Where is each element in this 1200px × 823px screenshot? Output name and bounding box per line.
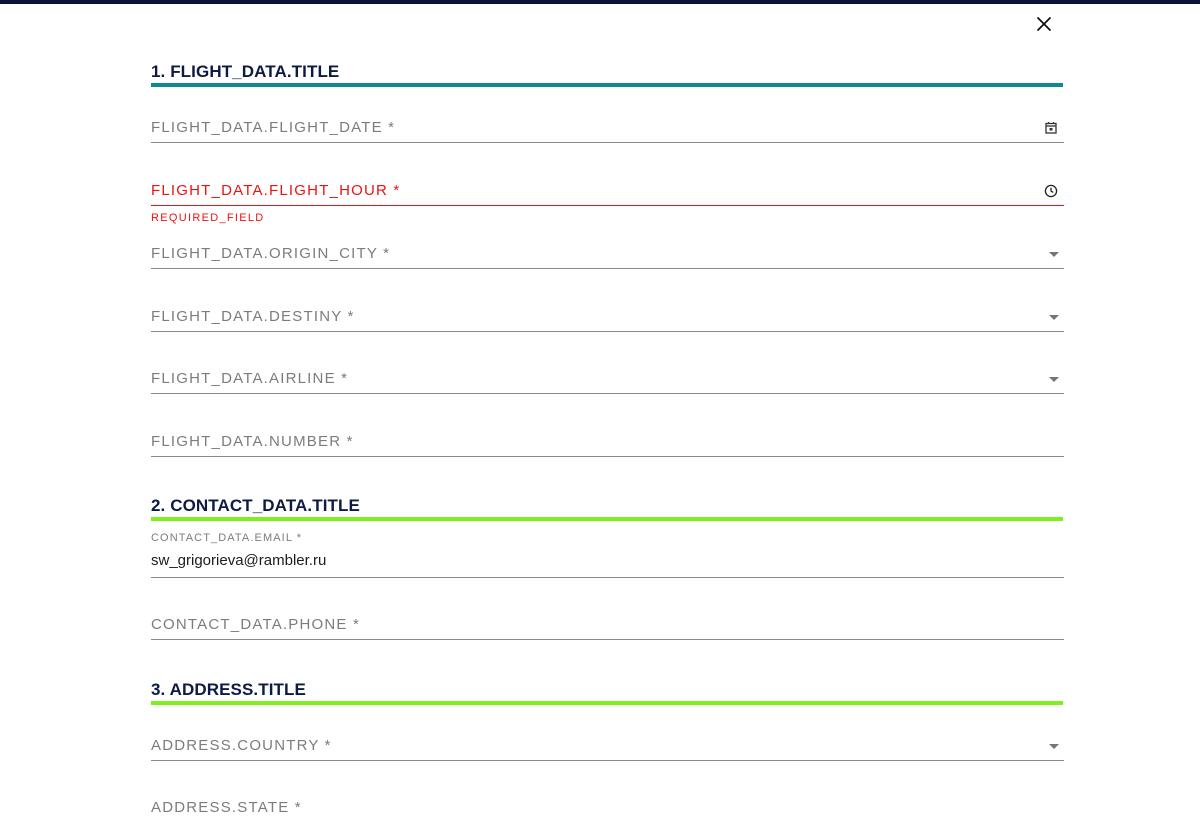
section-divider — [151, 701, 1063, 705]
section-divider — [151, 517, 1063, 521]
airline-select[interactable]: FLIGHT_DATA.AIRLINE * — [151, 364, 1064, 394]
field-underline — [151, 205, 1064, 206]
flight-date-field[interactable]: FLIGHT_DATA.FLIGHT_DATE * — [151, 113, 1064, 143]
flight-number-field[interactable]: FLIGHT_DATA.NUMBER * — [151, 427, 1064, 457]
field-underline — [151, 268, 1064, 269]
calendar-icon[interactable] — [1044, 121, 1058, 135]
field-underline — [151, 639, 1064, 640]
origin-city-label: FLIGHT_DATA.ORIGIN_CITY * — [151, 245, 391, 262]
field-underline — [151, 393, 1064, 394]
field-underline — [151, 142, 1064, 143]
field-underline — [151, 331, 1064, 332]
section-title: 1. FLIGHT_DATA.TITLE — [151, 62, 340, 81]
field-underline — [151, 760, 1064, 761]
phone-field[interactable]: CONTACT_DATA.PHONE * — [151, 610, 1064, 640]
flight-date-label: FLIGHT_DATA.FLIGHT_DATE * — [151, 119, 396, 136]
dropdown-arrow-icon[interactable] — [1049, 377, 1059, 382]
clock-icon[interactable] — [1044, 184, 1058, 198]
section-divider — [151, 83, 1063, 87]
flight-number-label: FLIGHT_DATA.NUMBER * — [151, 433, 354, 450]
section-title: 2. CONTACT_DATA.TITLE — [151, 496, 360, 515]
origin-city-select[interactable]: FLIGHT_DATA.ORIGIN_CITY * — [151, 239, 1064, 269]
email-label: CONTACT_DATA.EMAIL * — [151, 532, 303, 544]
flight-form: 1. FLIGHT_DATA.TITLE FLIGHT_DATA.FLIGHT_… — [151, 0, 1064, 819]
state-label: ADDRESS.STATE * — [151, 799, 302, 816]
destiny-label: FLIGHT_DATA.DESTINY * — [151, 308, 355, 325]
airline-label: FLIGHT_DATA.AIRLINE * — [151, 370, 349, 387]
destiny-select[interactable]: FLIGHT_DATA.DESTINY * — [151, 302, 1064, 332]
field-underline — [151, 577, 1064, 578]
dropdown-arrow-icon[interactable] — [1049, 744, 1059, 749]
dropdown-arrow-icon[interactable] — [1049, 315, 1059, 320]
dropdown-arrow-icon[interactable] — [1049, 252, 1059, 257]
country-select[interactable]: ADDRESS.COUNTRY * — [151, 731, 1064, 761]
flight-hour-label: FLIGHT_DATA.FLIGHT_HOUR * — [151, 182, 401, 199]
flight-hour-field[interactable]: FLIGHT_DATA.FLIGHT_HOUR * — [151, 176, 1064, 206]
section-title: 3. ADDRESS.TITLE — [151, 680, 306, 699]
field-underline — [151, 456, 1064, 457]
flight-hour-error: REQUIRED_FIELD — [151, 212, 265, 224]
phone-label: CONTACT_DATA.PHONE * — [151, 616, 361, 633]
country-label: ADDRESS.COUNTRY * — [151, 737, 332, 754]
email-value[interactable]: sw_grigorieva@rambler.ru — [151, 552, 326, 569]
email-field[interactable]: CONTACT_DATA.EMAIL * sw_grigorieva@rambl… — [151, 532, 1064, 578]
